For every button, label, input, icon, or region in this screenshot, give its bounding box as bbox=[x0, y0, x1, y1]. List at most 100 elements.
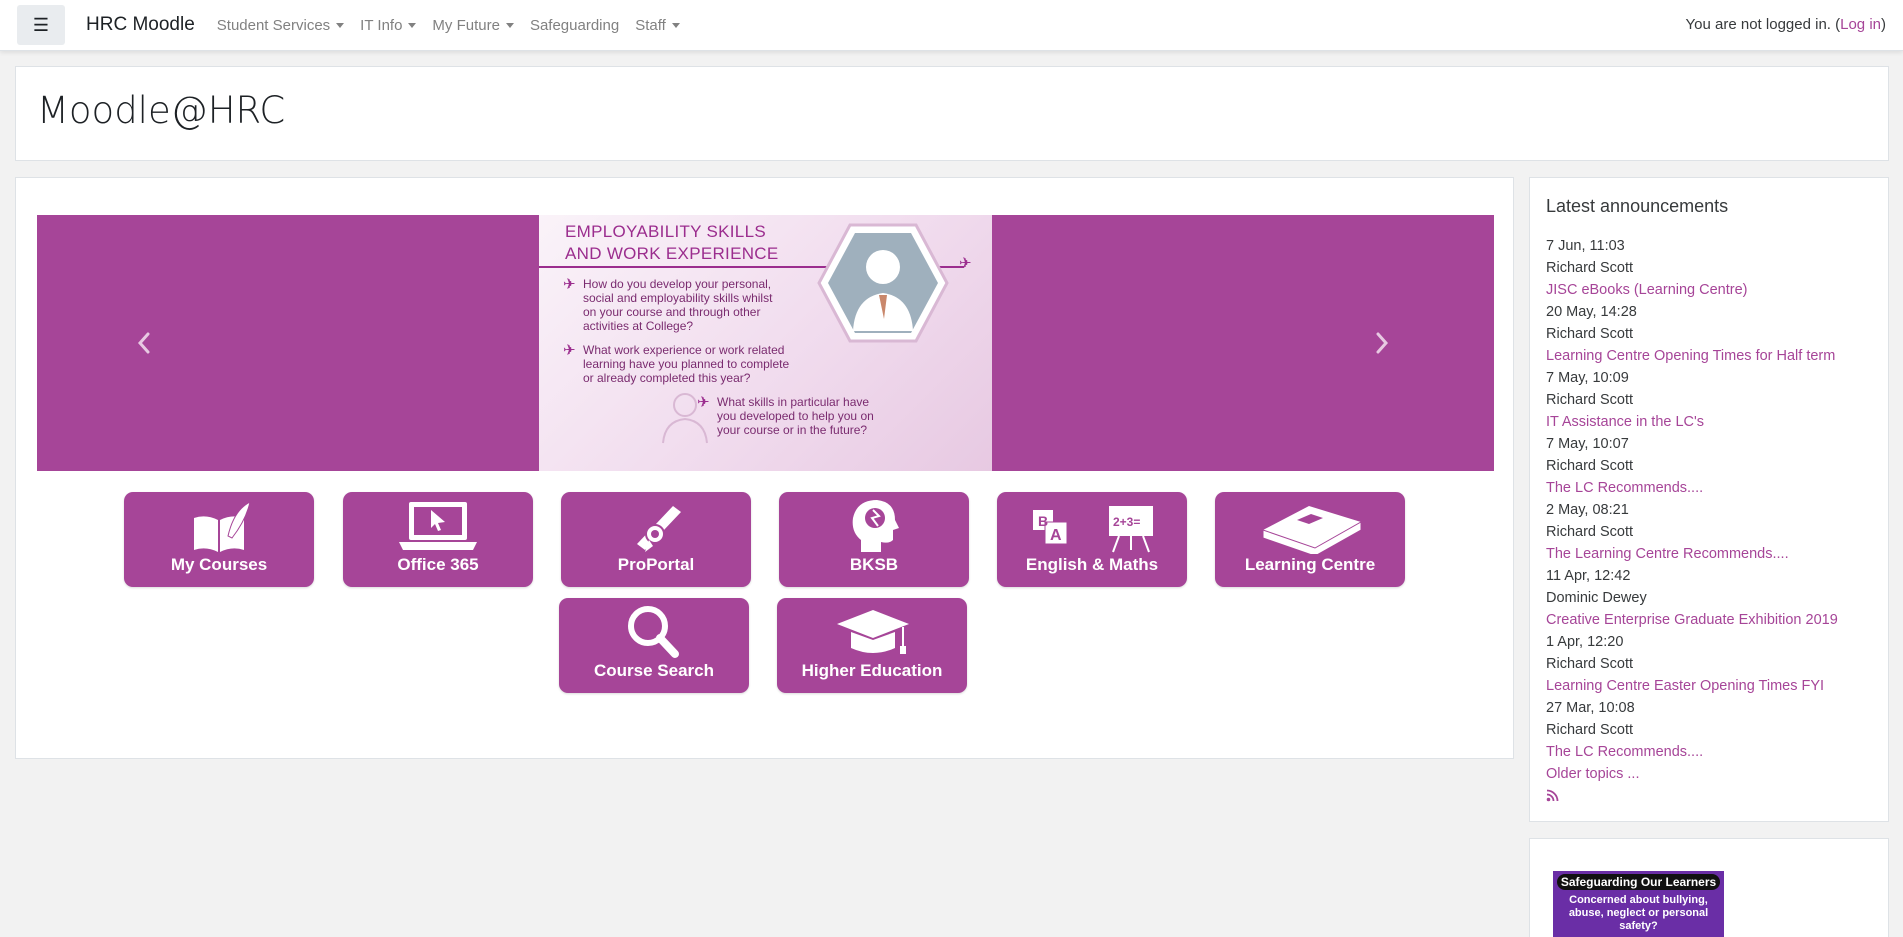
safeguarding-banner[interactable]: Safeguarding Our Learners Concerned abou… bbox=[1553, 871, 1724, 937]
slide-text-line: on your course and through other bbox=[583, 305, 761, 319]
latest-announcements-block: Latest announcements 7 Jun, 11:03 Richar… bbox=[1529, 177, 1889, 822]
announcement-item: 1 Apr, 12:20 Richard Scott Learning Cent… bbox=[1546, 631, 1876, 697]
slide-question-1: How do you develop your personal, social… bbox=[583, 277, 772, 333]
book-quill-icon bbox=[194, 501, 251, 552]
slide-text-line: you developed to help you on bbox=[717, 409, 874, 423]
tile-label: Higher Education bbox=[801, 661, 943, 680]
announcement-date: 11 Apr, 12:42 bbox=[1546, 568, 1631, 584]
announcement-date: 7 Jun, 11:03 bbox=[1546, 238, 1625, 254]
slide-text-line: your course or in the future? bbox=[717, 423, 868, 437]
tile-proportal[interactable]: ProPortal bbox=[561, 492, 751, 587]
tile-label: BKSB bbox=[849, 555, 899, 574]
slide-text-line: What skills in particular have bbox=[717, 395, 870, 409]
airplane-icon: ✈ bbox=[697, 394, 710, 411]
slide-text-line: or already completed this year? bbox=[583, 371, 751, 385]
announcement-author: Richard Scott bbox=[1546, 656, 1634, 672]
slide-heading-line: AND WORK EXPERIENCE bbox=[565, 244, 779, 263]
announcement-date: 1 Apr, 12:20 bbox=[1546, 634, 1624, 650]
safeguarding-text: Concerned about bullying, abuse, neglect… bbox=[1568, 894, 1709, 932]
tile-label: English & Maths bbox=[1025, 555, 1159, 574]
announcement-item: 27 Mar, 10:08 Richard Scott The LC Recom… bbox=[1546, 697, 1876, 763]
tile-learning-centre[interactable]: Learning Centre bbox=[1215, 492, 1405, 587]
announcement-author: Richard Scott bbox=[1546, 326, 1634, 342]
diploma-icon bbox=[637, 506, 681, 552]
slide-question-2: What work experience or work related lea… bbox=[583, 343, 789, 385]
slide-heading-line: EMPLOYABILITY SKILLS bbox=[565, 222, 766, 241]
announcement-item: 7 May, 10:07 Richard Scott The LC Recomm… bbox=[1546, 433, 1876, 499]
tile-label: My Courses bbox=[170, 555, 268, 574]
tile-label: Course Search bbox=[594, 661, 714, 680]
block-title: Latest announcements bbox=[1546, 196, 1729, 216]
older-topics-link[interactable]: Older topics ... bbox=[1546, 763, 1876, 785]
airplane-icon: ✈ bbox=[563, 342, 576, 359]
carousel-next-button[interactable] bbox=[1367, 323, 1397, 363]
tile-higher-education[interactable]: Higher Education bbox=[777, 598, 967, 693]
announcement-item: 20 May, 14:28 Richard Scott Learning Cen… bbox=[1546, 301, 1876, 367]
tile-label: Learning Centre bbox=[1244, 555, 1376, 574]
laptop-cursor-icon bbox=[399, 502, 477, 550]
slide-text-line: How do you develop your personal, bbox=[583, 277, 772, 291]
tile-course-search[interactable]: Course Search bbox=[559, 598, 749, 693]
login-info: You are not logged in. (Log in) bbox=[1685, 16, 1886, 33]
carousel-prev-button[interactable] bbox=[129, 323, 159, 363]
tile-english-maths[interactable]: B A 2+3= English & Maths bbox=[997, 492, 1187, 587]
announcement-link[interactable]: Learning Centre Opening Times for Half t… bbox=[1546, 345, 1876, 367]
slide-question-3: What skills in particular have you devel… bbox=[717, 395, 874, 437]
hamburger-icon: ☰ bbox=[32, 14, 50, 35]
airplane-icon: ✈ bbox=[959, 255, 972, 272]
drawer-toggle-button[interactable]: ☰ bbox=[17, 5, 65, 45]
nav-item-label: My Future bbox=[432, 16, 500, 34]
safeguarding-heading: Safeguarding Our Learners bbox=[1557, 874, 1720, 890]
caret-down-icon bbox=[505, 22, 514, 28]
nav-item-my-future[interactable]: My Future bbox=[424, 17, 522, 34]
announcement-item: 2 May, 08:21 Richard Scott The Learning … bbox=[1546, 499, 1876, 565]
image-carousel: EMPLOYABILITY SKILLS AND WORK EXPERIENCE… bbox=[37, 215, 1494, 471]
nav-menu: Student Services IT Info My Future Safeg… bbox=[209, 17, 688, 34]
slide-text-line: activities at College? bbox=[583, 319, 694, 333]
announcement-item: 7 Jun, 11:03 Richard Scott JISC eBooks (… bbox=[1546, 235, 1876, 301]
chevron-right-icon bbox=[1376, 332, 1389, 354]
announcement-date: 20 May, 14:28 bbox=[1546, 304, 1637, 320]
head-brain-icon bbox=[852, 500, 899, 552]
announcement-link[interactable]: JISC eBooks (Learning Centre) bbox=[1546, 279, 1876, 301]
slide-text-line: learning have you planned to complete bbox=[583, 357, 790, 371]
announcement-item: 7 May, 10:09 Richard Scott IT Assistance… bbox=[1546, 367, 1876, 433]
announcement-date: 7 May, 10:09 bbox=[1546, 370, 1629, 386]
rss-icon[interactable] bbox=[1546, 789, 1559, 802]
slide-text-line: What work experience or work related bbox=[583, 343, 785, 357]
nav-item-label: IT Info bbox=[360, 16, 403, 34]
nav-item-staff[interactable]: Staff bbox=[627, 17, 688, 34]
announcement-link[interactable]: The Learning Centre Recommends.... bbox=[1546, 543, 1876, 565]
person-hexagon-image bbox=[817, 223, 949, 343]
announcement-date: 27 Mar, 10:08 bbox=[1546, 700, 1635, 716]
announcement-link[interactable]: Learning Centre Easter Opening Times FYI bbox=[1546, 675, 1876, 697]
nav-item-label: Safeguarding bbox=[529, 16, 620, 34]
slide-text-line: social and employability skills whilst bbox=[583, 291, 773, 305]
announcement-list: 7 Jun, 11:03 Richard Scott JISC eBooks (… bbox=[1546, 235, 1876, 802]
nav-item-student-services[interactable]: Student Services bbox=[209, 17, 352, 34]
svg-text:2+3=: 2+3= bbox=[1113, 515, 1140, 529]
tile-bksb[interactable]: BKSB bbox=[779, 492, 969, 587]
magnifier-icon bbox=[628, 606, 679, 658]
nav-item-it-info[interactable]: IT Info bbox=[352, 17, 424, 34]
tile-my-courses[interactable]: My Courses bbox=[124, 492, 314, 587]
announcement-link[interactable]: The LC Recommends.... bbox=[1546, 477, 1876, 499]
closed-book-icon bbox=[1262, 506, 1362, 554]
caret-down-icon bbox=[408, 22, 417, 28]
carousel-slide[interactable]: EMPLOYABILITY SKILLS AND WORK EXPERIENCE… bbox=[539, 215, 992, 471]
page-title: Moodle@HRC bbox=[37, 89, 286, 132]
announcement-item: 11 Apr, 12:42 Dominic Dewey Creative Ent… bbox=[1546, 565, 1876, 631]
tile-label: ProPortal bbox=[617, 555, 695, 574]
nav-item-safeguarding[interactable]: Safeguarding bbox=[522, 17, 627, 34]
top-navbar: ☰ HRC Moodle Student Services IT Info My… bbox=[0, 0, 1903, 51]
announcement-link[interactable]: Creative Enterprise Graduate Exhibition … bbox=[1546, 609, 1876, 631]
announcement-author: Richard Scott bbox=[1546, 392, 1634, 408]
announcement-link[interactable]: IT Assistance in the LC's bbox=[1546, 411, 1876, 433]
tile-office-365[interactable]: Office 365 bbox=[343, 492, 533, 587]
login-status-text: You are not logged in. bbox=[1685, 16, 1831, 33]
login-link[interactable]: Log in bbox=[1840, 16, 1881, 33]
announcement-author: Dominic Dewey bbox=[1546, 590, 1647, 606]
site-brand[interactable]: HRC Moodle bbox=[86, 14, 195, 36]
announcement-link[interactable]: The LC Recommends.... bbox=[1546, 741, 1876, 763]
slide-heading: EMPLOYABILITY SKILLS AND WORK EXPERIENCE bbox=[565, 221, 845, 265]
